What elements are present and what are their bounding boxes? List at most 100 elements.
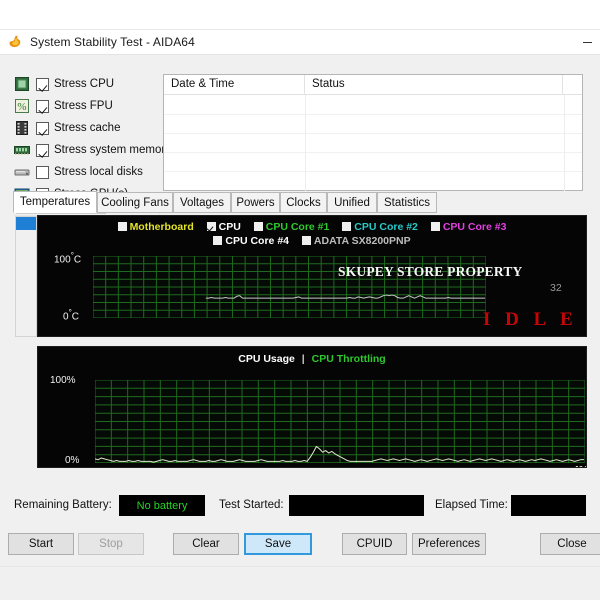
legend-item-motherboard[interactable]: Motherboard	[117, 220, 194, 234]
checkbox-stress-local-disks[interactable]	[36, 165, 49, 179]
legend-checkbox-icon[interactable]	[342, 222, 352, 231]
temperature-current-value: 32	[550, 282, 562, 294]
table-row	[164, 133, 582, 134]
stress-option-local-disks[interactable]: Stress local disks	[14, 162, 164, 182]
stress-option-cache[interactable]: Stress cache	[14, 118, 164, 138]
table-row	[164, 152, 582, 153]
checkbox-stress-cpu[interactable]	[36, 77, 49, 91]
tab-voltages[interactable]: Voltages	[173, 192, 231, 213]
battery-value-box: No battery	[119, 495, 205, 516]
fpu-percent-icon: %	[14, 98, 30, 114]
legend-label: ADATA SX8200PNP	[313, 235, 411, 247]
elapsed-time-value-box	[511, 495, 586, 516]
cpu-usage-current-value: 4%	[573, 464, 586, 467]
legend-separator: |	[301, 353, 305, 365]
usage-axis-label-min: 0%	[65, 455, 80, 466]
idle-state-text: I D L E	[483, 309, 578, 330]
legend-checkbox-icon[interactable]	[206, 222, 216, 231]
table-header-row: Date & Time Status	[164, 75, 582, 95]
stress-option-fpu[interactable]: % Stress FPU	[14, 96, 164, 116]
cpu-chip-icon	[14, 76, 30, 92]
status-fields-row: Remaining Battery: No battery Test Start…	[14, 495, 586, 517]
event-log-table: Date & Time Status	[163, 74, 583, 191]
legend-checkbox-icon[interactable]	[301, 236, 311, 245]
table-row	[164, 171, 582, 172]
legend-label-cpu-throttling[interactable]: CPU Throttling	[312, 352, 386, 366]
legend-row-2: CPU Core #4 ADATA SX8200PNP	[38, 234, 586, 248]
tab-strip: Temperatures Cooling Fans Voltages Power…	[13, 191, 587, 213]
temperature-graph-panel[interactable]: Motherboard CPU CPU Core #1 CPU Core #2 …	[37, 215, 587, 337]
stress-option-cpu[interactable]: Stress CPU	[14, 74, 164, 94]
legend-item-adata-ssd[interactable]: ADATA SX8200PNP	[301, 234, 411, 248]
battery-value: No battery	[136, 499, 188, 512]
temperature-legend: Motherboard CPU CPU Core #1 CPU Core #2 …	[38, 220, 586, 248]
stress-option-system-memory[interactable]: Stress system memory	[14, 140, 171, 160]
svg-text:%: %	[17, 101, 26, 113]
checkbox-stress-fpu[interactable]	[36, 99, 49, 113]
system-stability-test-window: System Stability Test - AIDA64 Stress CP…	[0, 0, 600, 600]
table-column-divider	[305, 95, 306, 191]
cpu-usage-graph-panel[interactable]: CPU Usage | CPU Throttling 100% 0% 4% 0%	[37, 346, 587, 468]
legend-row-1: Motherboard CPU CPU Core #1 CPU Core #2 …	[38, 220, 586, 234]
clear-button[interactable]: Clear	[173, 533, 239, 555]
usage-legend: CPU Usage | CPU Throttling	[38, 352, 586, 366]
legend-checkbox-icon[interactable]	[253, 222, 263, 231]
tab-cooling-fans[interactable]: Cooling Fans	[97, 192, 173, 213]
cpuid-button[interactable]: CPUID	[342, 533, 407, 555]
stress-option-label: Stress FPU	[54, 100, 113, 112]
test-started-label: Test Started:	[219, 499, 284, 511]
legend-item-cpu-core-3[interactable]: CPU Core #3	[430, 220, 507, 234]
minimize-icon	[582, 42, 592, 43]
legend-label: CPU Core #1	[265, 221, 330, 233]
window-title: System Stability Test - AIDA64	[30, 35, 195, 49]
elapsed-time-label: Elapsed Time:	[435, 499, 508, 511]
stress-option-label: Stress system memory	[54, 144, 171, 156]
store-watermark: SKUPEY STORE PROPERTY	[338, 264, 523, 279]
legend-label: Motherboard	[129, 221, 194, 233]
stress-option-label: Stress cache	[54, 122, 121, 134]
preferences-button[interactable]: Preferences	[412, 533, 486, 555]
temperature-panel-scrollbar[interactable]	[15, 216, 37, 337]
legend-item-cpu[interactable]: CPU	[206, 220, 241, 234]
checkbox-stress-system-memory[interactable]	[36, 143, 49, 157]
tab-statistics[interactable]: Statistics	[377, 192, 437, 213]
temp-axis-label-max: 100°C	[54, 251, 82, 266]
cpu-usage-trace	[95, 445, 584, 463]
scrollbar-thumb[interactable]	[16, 217, 36, 230]
legend-label: CPU Core #2	[354, 221, 418, 233]
legend-item-cpu-core-2[interactable]: CPU Core #2	[342, 220, 418, 234]
legend-label: CPU	[218, 221, 241, 233]
tab-powers[interactable]: Powers	[231, 192, 280, 213]
legend-checkbox-icon[interactable]	[213, 236, 223, 245]
tab-clocks[interactable]: Clocks	[280, 192, 327, 213]
legend-item-cpu-core-4[interactable]: CPU Core #4	[213, 234, 289, 248]
test-started-value-box	[289, 495, 424, 516]
cpu-usage-plot-area	[95, 380, 585, 463]
checkbox-stress-cache[interactable]	[36, 121, 49, 135]
column-header-status[interactable]: Status	[305, 75, 563, 94]
stress-option-label: Stress local disks	[54, 166, 143, 178]
minimize-button[interactable]	[574, 30, 600, 52]
temp-axis-label-min: 0°C	[63, 308, 79, 323]
column-header-date-time[interactable]: Date & Time	[164, 75, 305, 94]
hard-disk-icon	[14, 164, 30, 180]
column-header-extra[interactable]	[563, 75, 582, 94]
table-column-divider	[564, 95, 565, 191]
legend-label: CPU Core #4	[225, 235, 289, 247]
start-button[interactable]: Start	[8, 533, 74, 555]
table-row	[164, 114, 582, 115]
usage-axis-label-max: 100%	[50, 375, 76, 386]
legend-checkbox-icon[interactable]	[117, 222, 127, 231]
legend-item-cpu-core-1[interactable]: CPU Core #1	[253, 220, 330, 234]
save-button[interactable]: Save	[244, 533, 312, 555]
memory-stick-icon	[14, 142, 30, 158]
table-body-empty[interactable]	[164, 95, 582, 191]
legend-label-cpu-usage[interactable]: CPU Usage	[238, 352, 295, 366]
close-button[interactable]: Close	[540, 533, 600, 555]
legend-checkbox-icon[interactable]	[430, 222, 440, 231]
tab-temperatures[interactable]: Temperatures	[13, 191, 97, 213]
stress-option-label: Stress CPU	[54, 78, 115, 90]
client-area: Stress CPU % Stress FPU Stress cache Str…	[0, 55, 600, 600]
legend-label: CPU Core #3	[442, 221, 507, 233]
tab-unified[interactable]: Unified	[327, 192, 377, 213]
